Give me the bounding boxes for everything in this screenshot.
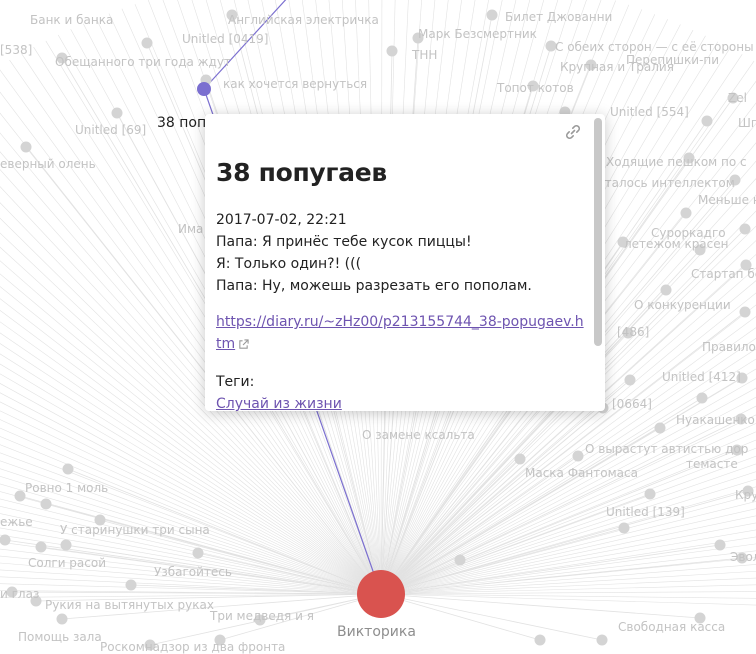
node-label: Unitled [139] [606,505,685,519]
node-label: Unitled [69] [75,123,147,137]
node-label: Крупная и Тралия [560,60,674,74]
graph-node[interactable] [696,392,708,404]
node-label: Unitled [0419] [182,32,269,46]
graph-node[interactable] [624,374,636,386]
node-label: Три медведя и я [210,609,314,623]
node-label: Роскомнадзор из два фронта [100,640,286,654]
graph-node[interactable] [596,634,608,646]
node-label: Шпилк [738,116,756,130]
node-label: Узбагойтесь [154,565,232,579]
popup-title: 38 попугаев [216,158,387,187]
node-label: сталось интеллектом [598,176,735,190]
node-label: Ходящие пешком по с [606,155,747,169]
node-label: Марк Безсмертник [418,27,537,41]
node-label: как хочется вернуться [223,77,368,91]
graph-node[interactable] [644,488,656,500]
popup-content: 38 попугаев 2017-07-02, 22:21 Папа: Я пр… [216,114,587,411]
popup-line: Папа: Я принёс тебе кусок пиццы! [216,234,472,250]
node-label: [0664] [612,397,652,411]
note-preview-popup[interactable]: 38 попугаев 2017-07-02, 22:21 Папа: Я пр… [205,114,605,411]
external-link-icon [239,338,249,349]
link-icon[interactable] [563,122,583,142]
node-label: [486] [617,325,650,339]
node-label: О замене ксальта [362,428,475,442]
tags-label: Теги: [216,374,255,390]
graph-node[interactable] [386,45,398,57]
node-label: Эвол [730,550,756,564]
node-label: С обеих сторон — с её стороны [555,40,754,54]
node-label: Unitled [412] [662,370,741,384]
graph-node[interactable] [486,9,498,21]
graph-node[interactable] [40,498,52,510]
node-label: Свободная касса [618,620,726,634]
node-label: О вырастут автистью дор [585,442,749,456]
graph-node[interactable] [0,534,11,546]
graph-node[interactable] [680,207,692,219]
graph-edge [380,593,756,606]
node-label: и глаз [0,587,40,601]
popup-date: 2017-07-02, 22:21 [216,212,347,228]
popup-line: Папа: Ну, можешь разрезать его пополам. [216,278,532,294]
node-label: еверный олень [0,157,96,171]
graph-node[interactable] [60,539,72,551]
graph-node[interactable] [572,450,584,462]
graph-node[interactable] [739,306,751,318]
graph-node[interactable] [534,634,546,646]
graph-node[interactable] [20,141,32,153]
graph-node[interactable] [56,613,68,625]
graph-node[interactable] [739,223,751,235]
graph-edge [380,593,701,619]
active-node[interactable] [197,82,211,96]
hub-node-label: Викторика [337,624,416,640]
hub-node[interactable] [357,570,405,618]
node-label: Крупи [735,488,756,502]
node-label: Рукия на вытянутых руках [45,598,214,612]
node-label: ежье [0,515,33,529]
node-label: Английская электричка [228,13,379,27]
tag-link[interactable]: Случай из жизни [216,396,342,411]
graph-node[interactable] [192,547,204,559]
source-link-text: https://diary.ru/~zHz00/p213155744_38-po… [216,314,584,352]
popup-scrollbar[interactable] [594,118,602,346]
source-link[interactable]: https://diary.ru/~zHz00/p213155744_38-po… [216,311,587,355]
node-label: [538] [0,43,33,57]
node-label: темасте [686,457,738,471]
node-label: Нуакашенко [676,413,755,427]
node-label: Правило т [702,340,756,354]
graph-node[interactable] [660,284,672,296]
popup-body: Папа: Я принёс тебе кусок пиццы! Я: Толь… [216,231,587,297]
graph-edge [380,529,756,595]
graph-node[interactable] [62,463,74,475]
node-label: Unitled [554] [610,105,689,119]
graph-node[interactable] [141,37,153,49]
graph-node[interactable] [654,422,666,434]
graph-node[interactable] [618,522,630,534]
node-label: О конкуренции [634,298,731,312]
node-label: Има [178,222,204,236]
node-label: Zel [728,91,747,105]
graph-node[interactable] [125,579,137,591]
graph-node[interactable] [514,453,526,465]
popup-line: Я: Только один?! ((( [216,256,362,272]
node-label: Помощь зала [18,630,102,644]
node-label: Обещанного три года ждут [55,55,231,69]
node-label: Билет Джованни [505,10,613,24]
graph-node[interactable] [35,541,47,553]
node-label: Маска Фантомаса [525,466,638,480]
node-label: ТНН [412,48,438,62]
node-label: Ровно 1 моль [25,481,109,495]
graph-node[interactable] [701,115,713,127]
graph-node[interactable] [14,490,26,502]
node-label: Стартап бе [691,267,756,281]
node-label: У старинушки три сына [60,523,210,537]
graph-node[interactable] [714,539,726,551]
node-label: Меньше на [698,193,756,207]
node-label: Банк и банка [30,13,114,27]
node-label: Солги расой [28,556,107,570]
node-label: Топот котов [497,81,574,95]
graph-node[interactable] [454,554,466,566]
graph-node[interactable] [111,107,123,119]
node-label: летежом красен [624,237,729,251]
